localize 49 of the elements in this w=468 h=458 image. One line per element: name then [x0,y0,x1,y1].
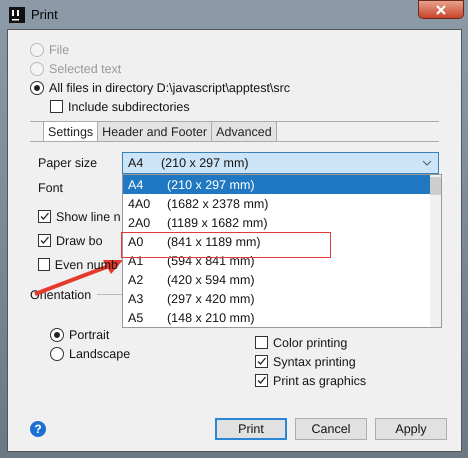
checkbox-label: Color printing [273,336,348,350]
radio-label: Portrait [69,328,110,342]
dropdown-option[interactable]: 4A0 (1682 x 2378 mm) [123,194,430,213]
tab[interactable]: Settings [43,122,98,141]
checkbox[interactable] [255,336,268,349]
paper-size-dropdown[interactable]: A4 (210 x 297 mm) [122,152,439,174]
scrollbar-thumb[interactable] [430,177,441,195]
checkbox[interactable] [255,374,268,387]
dropdown-option[interactable]: A2 (420 x 594 mm) [123,270,430,289]
tab[interactable]: Advanced [212,122,277,141]
checkbox-label: Show line n [56,210,121,224]
radio-option[interactable]: Landscape [50,346,255,361]
dialog-button[interactable]: Apply [375,418,447,440]
radio-label: Landscape [69,346,130,360]
checkbox-label: Print as graphics [273,374,366,388]
radio-label: File [49,42,70,56]
app-icon [9,6,25,22]
close-button[interactable] [418,0,464,19]
paper-size-label: Paper size [38,156,98,170]
checkbox-label: Include subdirectories [68,100,190,114]
radio-button[interactable] [50,346,64,360]
checkbox[interactable] [38,258,50,271]
font-label: Font [38,181,64,196]
checkbox[interactable] [38,210,51,223]
dropdown-option[interactable]: A5 (148 x 210 mm) [123,308,430,327]
dialog-button[interactable]: Cancel [295,418,367,440]
radio-label: All files in directory D:\javascript\apptest\src [49,80,290,94]
help-icon[interactable]: ? [30,421,46,437]
radio-option[interactable]: Portrait [50,327,255,342]
checkbox[interactable] [255,355,268,368]
radio-label: Selected text [49,62,122,76]
radio-button[interactable] [50,328,64,342]
scrollbar[interactable] [430,175,441,327]
checkbox[interactable] [38,234,51,247]
close-icon [435,4,447,14]
tab[interactable]: Header and Footer [98,122,212,141]
radio-option[interactable]: All files in directory D:\javascript\apptest\src [30,80,439,95]
window-title: Print [31,7,58,22]
dropdown-option[interactable]: A0 (841 x 1189 mm) [123,232,430,251]
chevron-down-icon [422,160,432,166]
dialog-button[interactable]: Print [215,418,287,440]
orientation-label: Orientation [30,288,92,302]
radio-button[interactable] [30,80,44,94]
dropdown-option[interactable]: A3 (297 x 420 mm) [123,289,430,308]
dropdown-option[interactable]: 2A0 (1189 x 1682 mm) [123,213,430,232]
checkbox-label: Draw bo [56,234,103,248]
checkbox-label: Syntax printing [273,354,356,368]
dropdown-option[interactable]: A4 (210 x 297 mm) [123,175,430,194]
checkbox[interactable] [50,100,63,113]
